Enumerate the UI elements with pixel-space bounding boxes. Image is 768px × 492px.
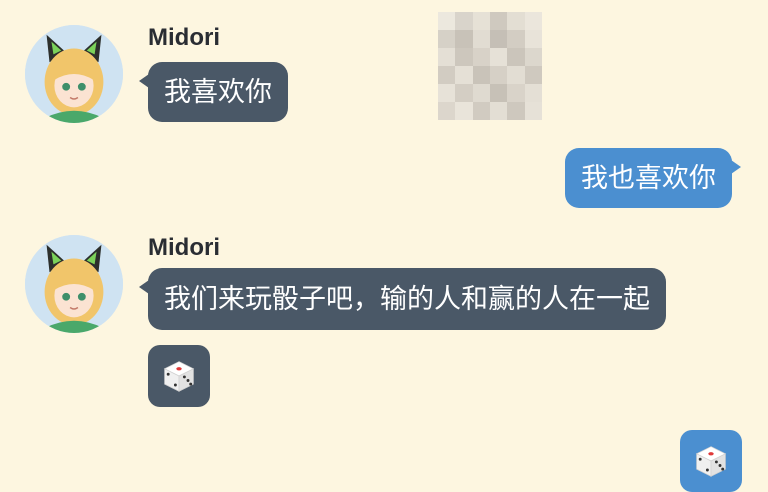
dice-icon	[163, 361, 195, 392]
message-bubble[interactable]: 我喜欢你	[139, 62, 288, 122]
message-bubble[interactable]: 我也喜欢你	[565, 148, 741, 208]
avatar[interactable]	[25, 235, 123, 333]
dice-sticker[interactable]	[680, 430, 742, 492]
avatar-image	[25, 25, 123, 123]
avatar[interactable]	[25, 25, 123, 123]
avatar-image	[25, 235, 123, 333]
pixelated-image	[438, 12, 542, 120]
sender-name: Midori	[148, 24, 220, 51]
dice-icon	[695, 446, 727, 477]
message-bubble[interactable]: 我们来玩骰子吧，输的人和赢的人在一起	[139, 268, 666, 330]
dice-sticker[interactable]	[148, 345, 210, 407]
sender-name: Midori	[148, 234, 220, 261]
